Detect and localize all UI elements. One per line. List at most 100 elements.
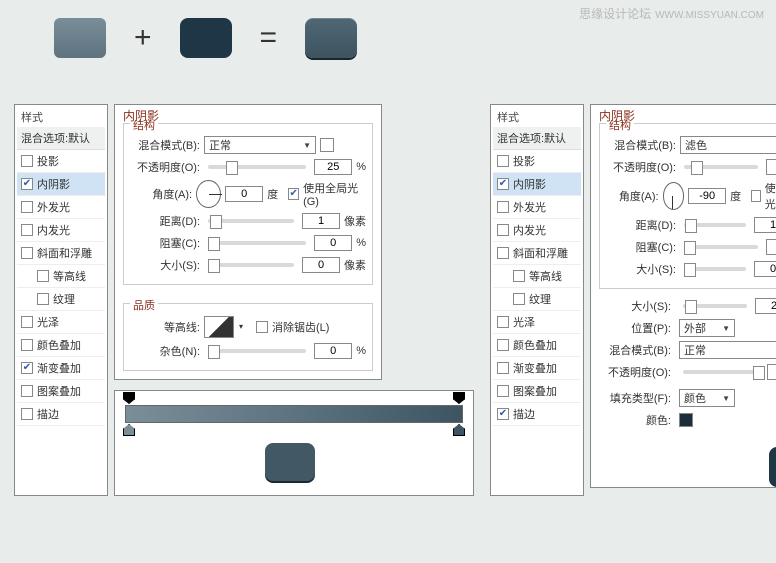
style-item-颜色叠加[interactable]: 颜色叠加 [17,334,105,357]
choke-slider[interactable] [684,245,758,249]
style-checkbox[interactable] [37,293,49,305]
style-item-图案叠加[interactable]: 图案叠加 [17,380,105,403]
style-item-投影[interactable]: 投影 [17,150,105,173]
angle-dial[interactable] [663,182,685,210]
style-checkbox[interactable] [21,316,33,328]
style-item-外发光[interactable]: 外发光 [493,196,581,219]
style-checkbox[interactable] [497,316,509,328]
stroke-size-slider[interactable] [683,304,747,308]
stroke-mode-select[interactable]: 正常▼ [679,341,776,359]
size-slider[interactable] [208,263,294,267]
style-checkbox[interactable] [21,178,33,190]
style-checkbox[interactable] [497,408,509,420]
style-item-斜面和浮雕[interactable]: 斜面和浮雕 [493,242,581,265]
gradient-bar[interactable] [125,405,463,423]
style-item-纹理[interactable]: 纹理 [17,288,105,311]
style-item-投影[interactable]: 投影 [493,150,581,173]
style-item-颜色叠加[interactable]: 颜色叠加 [493,334,581,357]
opacity-slider[interactable] [208,165,306,169]
style-checkbox[interactable] [497,385,509,397]
angle-input[interactable] [225,186,263,202]
blend-default[interactable]: 混合选项:默认 [17,127,105,150]
mode-select[interactable]: 滤色▼ [680,136,776,154]
l-contour: 等高线: [130,319,200,335]
style-checkbox[interactable] [21,247,33,259]
style-checkbox[interactable] [497,178,509,190]
stroke-opacity-input[interactable] [767,364,776,380]
style-checkbox[interactable] [497,362,509,374]
angle-dial[interactable] [196,180,221,208]
style-item-等高线[interactable]: 等高线 [17,265,105,288]
style-checkbox[interactable] [513,293,525,305]
opacity-stop-left[interactable] [123,392,135,404]
style-checkbox[interactable] [497,155,509,167]
style-checkbox[interactable] [497,247,509,259]
l-dist: 距离(D): [130,213,200,229]
options-right: 内阴影 结构 混合模式(B):滤色▼ 不透明度(O):% 角度(A):度使用全局… [590,104,776,488]
dist-slider[interactable] [208,219,294,223]
noise-slider[interactable] [208,349,306,353]
style-checkbox[interactable] [21,339,33,351]
style-item-纹理[interactable]: 纹理 [493,288,581,311]
noise-input[interactable] [314,343,352,359]
style-item-内阴影[interactable]: 内阴影 [493,173,581,196]
style-checkbox[interactable] [513,270,525,282]
style-item-图案叠加[interactable]: 图案叠加 [493,380,581,403]
opacity-slider[interactable] [684,165,758,169]
choke-input[interactable] [766,239,776,255]
blend-default[interactable]: 混合选项:默认 [493,127,581,150]
panel-title: 内阴影 [123,107,159,124]
styles-list-left: 样式 混合选项:默认 投影内阴影外发光内发光斜面和浮雕等高线纹理光泽颜色叠加渐变… [14,104,108,496]
opacity-input[interactable] [766,159,776,175]
style-checkbox[interactable] [21,201,33,213]
style-checkbox[interactable] [37,270,49,282]
size-slider[interactable] [684,267,746,271]
stroke-opacity-slider[interactable] [683,370,759,374]
aa-checkbox[interactable] [256,321,268,333]
stroke-pos-select[interactable]: 外部▼ [679,319,735,337]
style-item-光泽[interactable]: 光泽 [493,311,581,334]
size-input[interactable] [302,257,340,273]
dist-input[interactable] [302,213,340,229]
style-item-渐变叠加[interactable]: 渐变叠加 [493,357,581,380]
stroke-color[interactable] [679,413,693,427]
style-checkbox[interactable] [21,408,33,420]
style-checkbox[interactable] [21,155,33,167]
color-stop-left[interactable] [123,424,135,436]
style-item-渐变叠加[interactable]: 渐变叠加 [17,357,105,380]
style-item-内阴影[interactable]: 内阴影 [17,173,105,196]
style-label: 描边 [37,406,59,422]
global-light-checkbox[interactable] [288,188,299,200]
opacity-stop-right[interactable] [453,392,465,404]
style-item-描边[interactable]: 描边 [17,403,105,426]
mode-color[interactable] [320,138,334,152]
size-input[interactable] [754,261,776,277]
style-checkbox[interactable] [21,385,33,397]
style-item-内发光[interactable]: 内发光 [17,219,105,242]
fill-type-select[interactable]: 颜色▼ [679,389,735,407]
style-checkbox[interactable] [21,362,33,374]
choke-slider[interactable] [208,241,306,245]
dist-input[interactable] [754,217,776,233]
style-item-光泽[interactable]: 光泽 [17,311,105,334]
mode-select[interactable]: 正常▼ [204,136,316,154]
style-item-等高线[interactable]: 等高线 [493,265,581,288]
color-stop-right[interactable] [453,424,465,436]
style-checkbox[interactable] [497,339,509,351]
dist-slider[interactable] [684,223,746,227]
style-checkbox[interactable] [497,224,509,236]
styles-header: 样式 [493,107,581,127]
style-checkbox[interactable] [21,224,33,236]
contour-swatch[interactable] [204,316,234,338]
stroke-size-input[interactable] [755,298,776,314]
style-item-外发光[interactable]: 外发光 [17,196,105,219]
style-item-描边[interactable]: 描边 [493,403,581,426]
style-checkbox[interactable] [497,201,509,213]
style-item-斜面和浮雕[interactable]: 斜面和浮雕 [17,242,105,265]
style-item-内发光[interactable]: 内发光 [493,219,581,242]
style-label: 斜面和浮雕 [37,245,92,261]
opacity-input[interactable] [314,159,352,175]
angle-input[interactable] [688,188,726,204]
choke-input[interactable] [314,235,352,251]
global-light-checkbox[interactable] [751,190,761,202]
